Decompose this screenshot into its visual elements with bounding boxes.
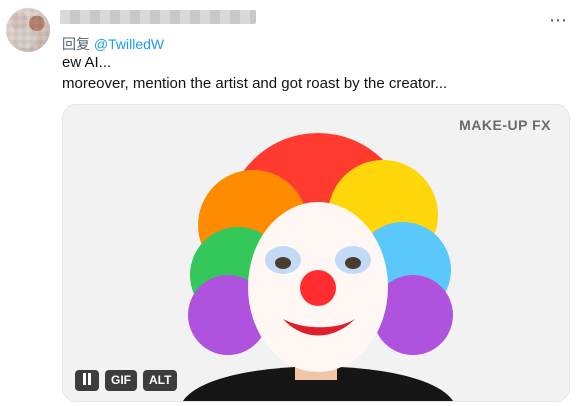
avatar[interactable] <box>6 8 50 52</box>
alt-badge[interactable]: ALT <box>143 370 178 391</box>
makeup-fx-watermark: MAKE-UP FX <box>459 117 551 133</box>
gif-controls: GIF ALT <box>75 370 178 391</box>
tweet-text-line-1: ew AI... <box>62 54 112 71</box>
reply-prefix: 回复 <box>62 36 90 52</box>
tweet-text-line-2: moreover, mention the artist and got roa… <box>62 75 448 92</box>
reply-line: 回复 @TwilledW <box>62 34 164 54</box>
gif-badge: GIF <box>105 370 137 391</box>
more-icon[interactable]: ⋯ <box>549 10 568 31</box>
redacted-user-name[interactable] <box>60 10 256 24</box>
clown-gif-frame <box>63 105 569 401</box>
tweet-media[interactable]: MAKE-UP FX GIF ALT <box>62 104 570 402</box>
avatar-pixelation <box>6 8 50 52</box>
pause-button[interactable] <box>75 370 99 391</box>
pause-icon <box>81 373 93 385</box>
reply-mention-link[interactable]: @TwilledW <box>94 36 164 52</box>
